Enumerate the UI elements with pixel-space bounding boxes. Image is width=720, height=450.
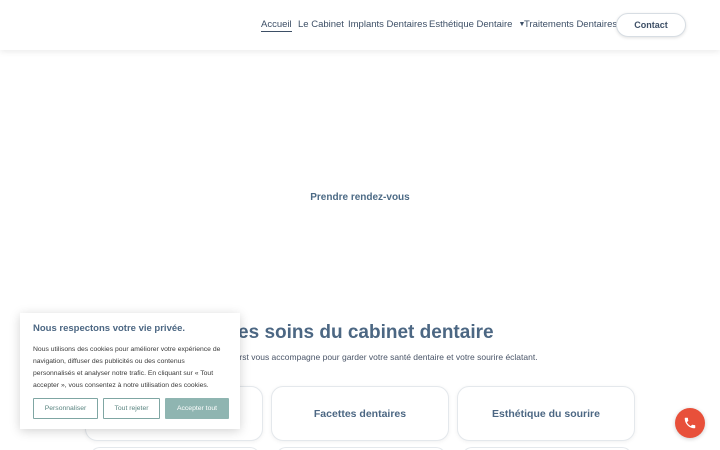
cookie-accept-button[interactable]: Accepter tout xyxy=(165,398,229,419)
main-nav: Accueil xyxy=(261,0,292,50)
nav-slot-cabinet: Le Cabinet xyxy=(298,0,344,50)
cookie-text: Nous utilisons des cookies pour améliore… xyxy=(33,346,221,389)
cookie-customize-button[interactable]: Personnaliser xyxy=(33,398,98,419)
nav-item-accueil[interactable]: Accueil xyxy=(261,19,292,32)
appointment-link[interactable]: Prendre rendez-vous xyxy=(260,192,460,203)
phone-icon xyxy=(684,417,696,429)
nav-item-implants-dentaires[interactable]: Implants Dentaires xyxy=(348,19,427,31)
phone-call-button[interactable] xyxy=(675,408,705,438)
nav-item-le-cabinet[interactable]: Le Cabinet xyxy=(298,19,344,31)
service-card-esthetique[interactable]: Esthétique du sourire xyxy=(457,386,635,441)
service-card-facettes[interactable]: Facettes dentaires xyxy=(271,386,449,441)
nav-item-esthetique-dentaire[interactable]: Esthétique Dentaire ▼ xyxy=(429,19,525,31)
site-header: Accueil Le Cabinet Implants Dentaires Es… xyxy=(0,0,720,50)
contact-button[interactable]: Contact xyxy=(616,13,686,37)
cookie-banner: Nous respectons votre vie privée. Nous u… xyxy=(20,313,240,429)
nav-item-esthetique-label: Esthétique Dentaire xyxy=(429,19,513,30)
nav-slot-traitements: Traitements Dentaires xyxy=(524,0,617,50)
cookie-reject-button[interactable]: Tout rejeter xyxy=(103,398,160,419)
nav-item-traitements-dentaires[interactable]: Traitements Dentaires xyxy=(524,19,617,31)
cookie-title: Nous respectons votre vie privée. xyxy=(33,323,186,334)
cookie-buttons: Personnaliser Tout rejeter Accepter tout xyxy=(33,398,229,419)
nav-slot-implants: Implants Dentaires xyxy=(348,0,427,50)
nav-slot-esthetique: Esthétique Dentaire ▼ xyxy=(429,0,525,50)
